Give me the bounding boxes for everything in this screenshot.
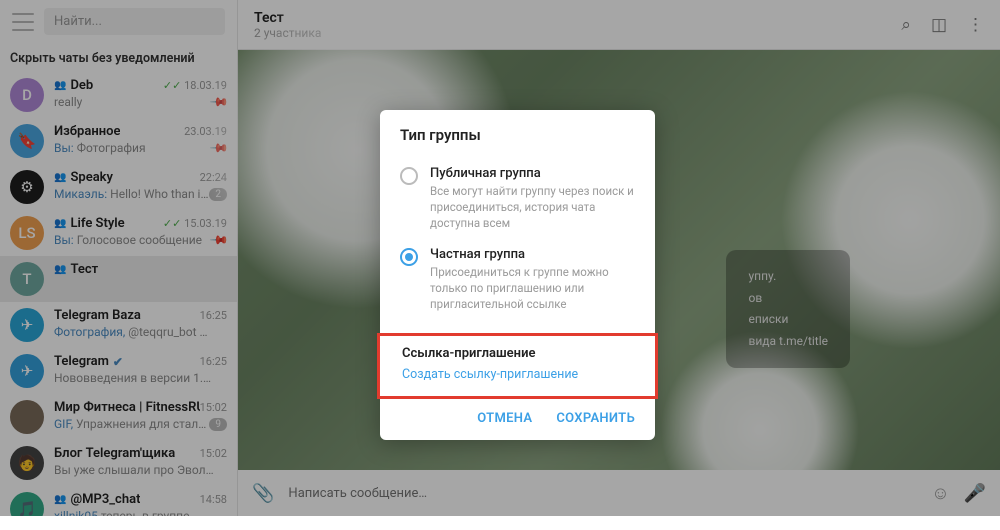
radio-private-group[interactable]: Частная группа Присоединиться к группе м… [400,239,635,320]
radio-icon [400,167,418,185]
group-type-modal: Тип группы Публичная группа Все могут на… [380,110,655,440]
radio-icon [400,248,418,266]
radio-public-group[interactable]: Публичная группа Все могут найти группу … [400,158,635,239]
radio-desc: Все могут найти группу через поиск и при… [430,183,635,231]
radio-desc: Присоединиться к группе можно только по … [430,264,635,312]
invite-section: Ссылка-приглашение Создать ссылку-пригла… [377,333,658,399]
radio-label: Частная группа [430,247,635,262]
create-invite-link[interactable]: Создать ссылку-приглашение [402,367,633,382]
save-button[interactable]: СОХРАНИТЬ [556,411,635,426]
invite-title: Ссылка-приглашение [402,346,633,361]
radio-label: Публичная группа [430,166,635,181]
cancel-button[interactable]: ОТМЕНА [477,411,532,426]
modal-title: Тип группы [380,110,655,154]
